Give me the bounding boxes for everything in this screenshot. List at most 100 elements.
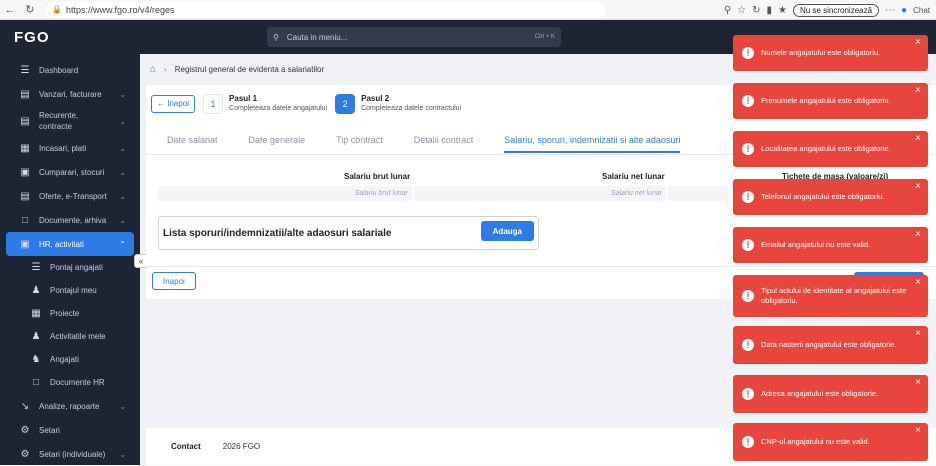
exclamation-icon: ! (742, 239, 754, 251)
recurring-icon: ▤ (20, 115, 30, 127)
sidebar-item-documente-hr[interactable]: □ Documente HR (0, 371, 140, 394)
step-2[interactable]: 2 Pasul 2 Completeaza datele contractului (335, 93, 461, 114)
sidebar-item-oferte[interactable]: ▤ Oferte, e-Transport ⌄ (0, 184, 140, 208)
sidebar-item-incasari[interactable]: ▦ Incasari, plati ⌄ (0, 136, 140, 160)
page-title: Registrul general de evidenta a salariat… (174, 64, 325, 74)
close-icon[interactable]: × (915, 230, 921, 240)
chevron-down-icon: ⌄ (119, 401, 126, 411)
chevron-down-icon: ⌄ (119, 167, 126, 177)
search-shortcut: Ctrl + K (534, 34, 555, 40)
add-button[interactable]: Adauga (480, 221, 534, 241)
close-icon[interactable]: × (915, 134, 921, 144)
zoom-icon[interactable]: ⚲ (724, 5, 731, 16)
toast-error: ! Emailul angajatului nu este valid. × (733, 227, 928, 263)
employees-icon: ♞ (31, 354, 41, 365)
exclamation-icon: ! (742, 290, 754, 302)
toast-error: ! Prenumele angajatului este obligatoriu.… (733, 83, 928, 119)
fgo-logo[interactable]: FGO (14, 29, 50, 46)
back-arrow-icon[interactable]: ← (0, 0, 20, 20)
chevron-up-icon: ⌃ (119, 239, 126, 249)
refresh-page-icon[interactable]: ↻ (752, 5, 760, 16)
sidebar-item-setari-individuale[interactable]: ⚙ Setari (individuale) ⌄ (0, 442, 140, 466)
sidebar-item-cumparari[interactable]: ▣ Cumparari, stocuri ⌄ (0, 160, 140, 184)
more-icon[interactable]: ⋯ (885, 5, 895, 16)
salariu-net-input[interactable]: Salariu net lunar (414, 186, 666, 201)
sidebar-item-hr[interactable]: ▣ HR, activitati ⌃ (6, 232, 134, 256)
toast-error: ! CNP-ul angajatului nu este valid. × (733, 423, 928, 461)
browser-toolbar: ← ↻ 🔒 https://www.fgo.ro/v4/reges ⚲ ☆ ↻ … (0, 0, 936, 20)
copyright: 2026 FGO (222, 442, 261, 451)
favorites-icon[interactable]: ★ (778, 5, 787, 16)
address-bar[interactable]: 🔒 https://www.fgo.ro/v4/reges (46, 1, 606, 18)
chat-label[interactable]: Chat (913, 6, 930, 15)
user-time-icon: ♟ (31, 285, 41, 296)
split-icon[interactable]: ▮ (767, 5, 773, 16)
reload-icon[interactable]: ↻ (20, 0, 40, 20)
exclamation-icon: ! (742, 95, 754, 107)
sidebar-item-dashboard[interactable]: ☰ Dashboard (0, 58, 140, 82)
sidebar-item-vanzari[interactable]: ▤ Vanzari, facturare ⌄ (0, 82, 140, 106)
copilot-icon[interactable]: ● (901, 5, 907, 16)
sidebar-item-angajati[interactable]: ♞ Angajati (0, 348, 140, 371)
exclamation-icon: ! (742, 388, 754, 400)
close-icon[interactable]: × (915, 38, 921, 48)
sidebar-item-proiecte[interactable]: ▦ Proiecte (0, 302, 140, 325)
home-icon[interactable]: ⌂ (150, 64, 156, 75)
sidebar-item-setari[interactable]: ⚙ Setari (0, 418, 140, 442)
menu-search[interactable]: ⚲ Cauta in meniu... Ctrl + K (267, 27, 561, 47)
close-icon[interactable]: × (915, 182, 921, 192)
sidebar-item-pontaj-angajati[interactable]: ☰ Pontaj angajati (0, 256, 140, 279)
step-subtitle: Completeaza datele contractului (361, 105, 462, 112)
settings-icon: ⚙ (20, 424, 30, 436)
hr-icon: ▣ (20, 238, 30, 250)
lock-icon: 🔒 (52, 5, 62, 14)
sidebar-item-documente[interactable]: □ Documente, arhiva ⌄ (0, 208, 140, 232)
step-title: Pasul 2 (361, 94, 390, 103)
close-icon[interactable]: × (915, 278, 921, 288)
sync-button[interactable]: Nu se sincronizează (793, 3, 880, 17)
url-text: https://www.fgo.ro/v4/reges (65, 4, 175, 15)
cart-icon: ▣ (20, 166, 30, 178)
arrow-left-icon: ← (157, 99, 168, 108)
chevron-down-icon: ⌄ (119, 89, 126, 99)
chevron-right-icon: › (164, 64, 167, 74)
star-icon[interactable]: ☆ (737, 5, 746, 16)
tab-date-salariat[interactable]: Date salariat (167, 135, 218, 153)
sidebar-item-pontajul-meu[interactable]: ♟ Pontajul meu (0, 279, 140, 302)
close-icon[interactable]: × (915, 329, 921, 339)
contact-link[interactable]: Contact (171, 442, 201, 451)
chevron-down-icon: ⌄ (119, 116, 126, 126)
sidebar-item-recurente[interactable]: ▤ Recurente, contracte ⌄ (0, 106, 140, 136)
document-icon: □ (32, 377, 40, 388)
tab-detalii-contract[interactable]: Detalii contract (414, 135, 474, 153)
step-1[interactable]: 1 Pasul 1 Completeaza datele angajatului (203, 93, 327, 114)
toast-error: ! Telefonul angajatului este obligatoriu.… (733, 179, 928, 215)
tab-date-generale[interactable]: Date generale (249, 135, 306, 153)
salariu-brut-label: Salariu brut lunar (344, 172, 411, 181)
bottom-back-button[interactable]: Inapoi (152, 272, 196, 290)
exclamation-icon: ! (742, 47, 754, 59)
toast-error: ! Tipul actului de identitate al angajatu… (733, 275, 928, 317)
chevron-down-icon: ⌄ (119, 191, 126, 201)
archive-icon: □ (21, 214, 29, 226)
close-icon[interactable]: × (915, 378, 921, 388)
stepper: ← Inapoi 1 Pasul 1 Completeaza datele ang… (151, 93, 461, 114)
sporuri-list-box: Lista sporuri/indemnizatii/alte adaosuri… (158, 216, 539, 250)
bottom-divider (146, 266, 936, 267)
sidebar-item-analize[interactable]: ↘ Analize, rapoarte ⌄ (0, 394, 140, 418)
salariu-brut-input[interactable]: Salariu brut lunar (158, 186, 412, 201)
salariu-net-label: Salariu net lunar (602, 172, 665, 181)
tab-salariu[interactable]: Salariu, sporuri, indemnizatii si alte a… (504, 135, 681, 153)
dashboard-icon: ☰ (20, 64, 30, 76)
sidebar-item-activitatile-mele[interactable]: ♟ Activitatile mele (0, 325, 140, 348)
close-icon[interactable]: × (915, 426, 921, 436)
exclamation-icon: ! (742, 436, 754, 448)
back-button[interactable]: ← Inapoi (151, 94, 196, 113)
tichete-input[interactable] (668, 186, 728, 201)
toast-error: ! Data nasterii angajatului este obligato… (733, 326, 928, 364)
sidebar: ☰ Dashboard ▤ Vanzari, facturare ⌄ ▤ Recuren… (0, 54, 140, 465)
settings-user-icon: ⚙ (20, 448, 30, 460)
tab-tip-contract[interactable]: Tip contract (336, 135, 383, 153)
close-icon[interactable]: × (915, 86, 921, 96)
sporuri-list-title: Lista sporuri/indemnizatii/alte adaosuri… (163, 227, 392, 239)
